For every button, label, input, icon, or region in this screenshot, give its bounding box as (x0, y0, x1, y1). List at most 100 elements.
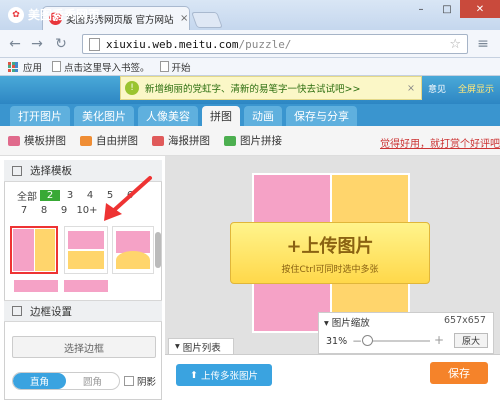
zoom-slider-handle[interactable] (362, 335, 373, 346)
maximize-icon[interactable]: □ (434, 0, 460, 18)
poster-puzzle-label: 海报拼图 (168, 135, 210, 147)
join-images-button[interactable]: 图片拼接 (224, 133, 282, 148)
checkbox-icon (124, 376, 134, 386)
filter-7[interactable]: 7 (14, 205, 34, 216)
window-close-icon[interactable]: ✕ (460, 0, 500, 18)
bookmark-start[interactable]: 开始 (159, 60, 191, 74)
template-grid-icon (12, 165, 22, 176)
template-panel-header[interactable]: 选择模板 (4, 160, 162, 182)
border-settings-title: 边框设置 (30, 305, 72, 318)
minimize-icon[interactable]: – (408, 0, 434, 18)
bookmark-apps-label: 应用 (23, 62, 43, 74)
join-images-label: 图片拼接 (240, 135, 282, 147)
join-icon (224, 135, 236, 146)
image-list-tab[interactable]: ▾ 图片列表 (168, 338, 234, 354)
template-thumb[interactable] (64, 226, 108, 274)
template-thumb[interactable] (64, 280, 108, 292)
zoom-label-text: 图片缩放 (331, 318, 370, 329)
logo-text: 美图秀秀网页 (28, 8, 101, 22)
tab-open-image[interactable]: 打开图片 (10, 106, 70, 126)
notice-close-icon[interactable]: × (407, 83, 415, 94)
template-icon (8, 135, 20, 146)
template-thumb[interactable] (14, 280, 58, 292)
new-tab-button[interactable] (191, 12, 223, 28)
filter-4[interactable]: 4 (80, 190, 100, 201)
template-panel-title: 选择模板 (30, 165, 72, 177)
bookmark-import[interactable]: 点击这里导入书签。 (52, 60, 150, 74)
notice-text: 新增绚丽的党虹字、清新的易笔字一快去试试吧>> (145, 84, 361, 95)
logo-icon: ✿ (8, 6, 24, 23)
save-button[interactable]: 保存 (430, 362, 488, 384)
tab-close-icon[interactable]: × (180, 13, 188, 24)
apps-grid-icon (8, 61, 18, 72)
original-size-button[interactable]: 原大 (454, 333, 488, 348)
filter-6[interactable]: 6 (120, 190, 140, 201)
reload-icon[interactable]: ↻ (52, 35, 70, 53)
image-size: 657x657 (444, 315, 486, 326)
poster-puzzle-button[interactable]: 海报拼图 (152, 133, 210, 148)
tab-puzzle[interactable]: 拼图 (202, 106, 240, 126)
template-thumb-selected[interactable] (10, 226, 58, 274)
border-settings-icon (12, 306, 22, 316)
zoom-out-icon[interactable]: − (352, 334, 362, 348)
main-tabs: 打开图片 美化图片 人像美容 拼图 动画 保存与分享 (0, 104, 500, 126)
bookmarks-bar: 应用 点击这里导入书签。 开始 (0, 58, 500, 76)
filter-10-plus[interactable]: 10+ (74, 205, 100, 216)
poster-icon (152, 135, 164, 146)
square-corner-option[interactable]: 直角 (13, 373, 66, 389)
filter-9[interactable]: 9 (54, 205, 74, 216)
free-puzzle-button[interactable]: 自由拼图 (80, 133, 138, 148)
upload-multiple-label: 上传多张图片 (200, 371, 258, 382)
upload-multiple-button[interactable]: ⬆ 上传多张图片 (176, 364, 272, 386)
back-icon[interactable]: ← (6, 35, 24, 53)
zoom-percent: 31% (326, 336, 348, 347)
round-corner-option[interactable]: 圆角 (66, 373, 119, 389)
tab-portrait[interactable]: 人像美容 (138, 106, 198, 126)
filter-5[interactable]: 5 (100, 190, 120, 201)
filter-all[interactable]: 全部 (14, 188, 40, 203)
shadow-checkbox[interactable]: 阴影 (124, 374, 156, 388)
address-bar[interactable]: xiuxiu.web.meitu.com /puzzle/ ☆ (82, 34, 468, 54)
image-list-label: 图片列表 (182, 342, 221, 354)
filter-2[interactable]: 2 (40, 190, 60, 201)
app-logo[interactable]: ✿ 美图秀秀网页 (8, 6, 100, 23)
choose-border-button[interactable]: 选择边框 (12, 336, 156, 358)
notice-banner[interactable]: ! 新增绚丽的党虹字、清新的易笔字一快去试试吧>> × (120, 76, 422, 100)
template-scrollbar[interactable] (155, 232, 161, 268)
zoom-slider[interactable] (364, 340, 430, 342)
document-icon (52, 61, 62, 72)
tab-beautify[interactable]: 美化图片 (74, 106, 134, 126)
forward-icon[interactable]: → (28, 35, 46, 53)
shadow-label: 阴影 (137, 377, 157, 388)
tab-save-share[interactable]: 保存与分享 (286, 106, 357, 126)
template-puzzle-label: 模板拼图 (24, 135, 66, 147)
fullscreen-link[interactable]: 全屏显示 (458, 82, 494, 95)
upload-hint: 按住Ctrl可同时选中多张 (281, 264, 379, 275)
browser-toolbar: ← → ↻ xiuxiu.web.meitu.com /puzzle/ ☆ ≡ (0, 30, 500, 58)
tab-animation[interactable]: 动画 (244, 106, 282, 126)
bookmark-apps[interactable]: 应用 (8, 60, 42, 74)
bookmark-star-icon[interactable]: ☆ (449, 37, 461, 52)
document-icon (159, 61, 169, 72)
lightbulb-icon: ! (125, 81, 139, 95)
url-path: /puzzle/ (238, 37, 292, 51)
menu-icon[interactable]: ≡ (474, 35, 492, 53)
template-puzzle-button[interactable]: 模板拼图 (8, 133, 66, 148)
bookmark-import-label: 点击这里导入书签。 (64, 62, 150, 74)
border-settings-header[interactable]: 边框设置 (4, 300, 162, 322)
url-host: xiuxiu.web.meitu.com (106, 37, 239, 51)
template-thumb[interactable] (112, 226, 154, 274)
filter-3[interactable]: 3 (60, 190, 80, 201)
corner-toggle[interactable]: 直角 圆角 (12, 372, 120, 390)
praise-link[interactable]: 觉得好用，就打赏个好评吧 (380, 135, 500, 150)
filter-8[interactable]: 8 (34, 205, 54, 216)
page-icon (89, 37, 100, 51)
free-icon (80, 135, 92, 146)
template-count-filter: 全部 2 3 4 5 6 7 8 9 10+ (14, 188, 154, 218)
free-puzzle-label: 自由拼图 (96, 135, 138, 147)
upload-image-button[interactable]: +上传图片 按住Ctrl可同时选中多张 (230, 222, 430, 284)
zoom-in-icon[interactable]: + (434, 333, 444, 347)
feedback-link[interactable]: 意见 (428, 82, 446, 95)
window-controls: – □ ✕ (408, 0, 500, 18)
zoom-label[interactable]: ▾ 图片缩放 (324, 315, 370, 329)
